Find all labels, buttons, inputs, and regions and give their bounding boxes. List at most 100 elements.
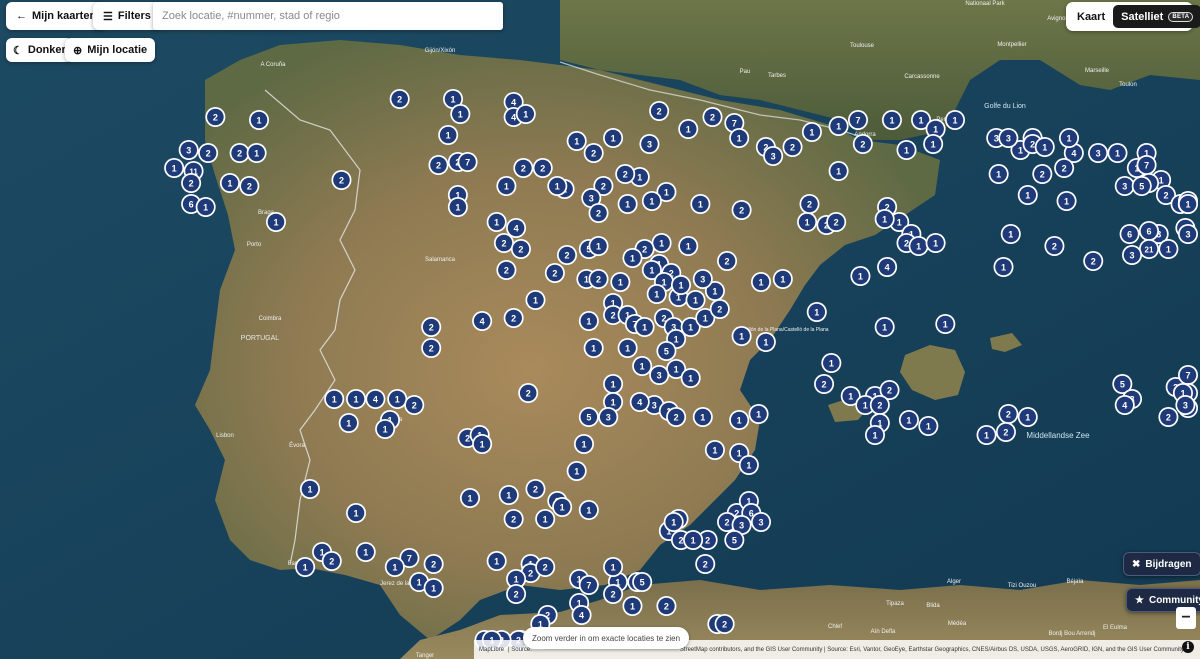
- cluster-marker[interactable]: 4: [571, 605, 592, 625]
- cluster-marker[interactable]: 2: [239, 176, 260, 196]
- cluster-marker[interactable]: 1: [881, 110, 902, 130]
- cluster-marker[interactable]: 1: [651, 233, 672, 253]
- cluster-marker[interactable]: 1: [898, 410, 919, 430]
- cluster-marker[interactable]: 1: [578, 311, 599, 331]
- cluster-marker[interactable]: 1: [925, 233, 946, 253]
- cluster-marker[interactable]: 1: [806, 302, 827, 322]
- cluster-marker[interactable]: 5: [724, 530, 745, 550]
- cluster-marker[interactable]: 1: [355, 542, 376, 562]
- cluster-marker[interactable]: 1: [573, 434, 594, 454]
- cluster-marker[interactable]: 1: [552, 497, 573, 517]
- cluster-marker[interactable]: 6: [1139, 221, 1159, 241]
- cluster-marker[interactable]: 2: [852, 134, 873, 154]
- cluster-marker[interactable]: 1: [1158, 239, 1179, 259]
- cluster-marker[interactable]: 5: [632, 572, 653, 592]
- filters-button[interactable]: ☰ Filters: [93, 2, 161, 30]
- cluster-marker[interactable]: 1: [324, 389, 345, 409]
- cluster-marker[interactable]: 1: [1178, 194, 1198, 214]
- cluster-marker[interactable]: 1: [678, 236, 699, 256]
- cluster-marker[interactable]: 1: [632, 356, 653, 376]
- cluster-marker[interactable]: 1: [828, 116, 849, 136]
- cluster-marker[interactable]: 1: [680, 368, 701, 388]
- cluster-marker[interactable]: 3: [692, 269, 713, 289]
- cluster-marker[interactable]: 2: [814, 374, 835, 394]
- cluster-marker[interactable]: 4: [1114, 395, 1135, 415]
- cluster-marker[interactable]: 2: [656, 596, 677, 616]
- cluster-marker[interactable]: 1: [850, 266, 871, 286]
- cluster-marker[interactable]: 5: [656, 341, 677, 361]
- cluster-marker[interactable]: 1: [164, 158, 185, 178]
- cluster-marker[interactable]: 2: [506, 584, 527, 604]
- cluster-marker[interactable]: 3: [649, 365, 670, 385]
- cluster-marker[interactable]: 2: [717, 251, 738, 271]
- cluster-marker[interactable]: 1: [346, 503, 367, 523]
- cluster-marker[interactable]: 1: [1034, 137, 1055, 157]
- cluster-marker[interactable]: 1: [634, 317, 655, 337]
- cluster-marker[interactable]: 2: [588, 269, 609, 289]
- maplibre-link[interactable]: MapLibre: [479, 647, 504, 653]
- cluster-marker[interactable]: 2: [666, 407, 687, 427]
- cluster-marker[interactable]: 2: [525, 479, 546, 499]
- cluster-marker[interactable]: 1: [547, 176, 568, 196]
- cluster-marker[interactable]: 2: [544, 263, 565, 283]
- cluster-marker[interactable]: 2: [649, 101, 670, 121]
- cluster-marker[interactable]: 1: [797, 212, 818, 232]
- cluster-marker[interactable]: 2: [198, 143, 219, 163]
- cluster-marker[interactable]: 1: [641, 191, 662, 211]
- cluster-marker[interactable]: 2: [428, 155, 449, 175]
- cluster-marker[interactable]: 7: [578, 575, 599, 595]
- cluster-marker[interactable]: 1: [678, 119, 699, 139]
- cluster-marker[interactable]: 1: [923, 134, 944, 154]
- cluster-marker[interactable]: 7: [1136, 155, 1157, 175]
- cluster-marker[interactable]: 1: [617, 338, 638, 358]
- dark-mode-button[interactable]: ☾ Donker: [6, 38, 73, 62]
- cluster-marker[interactable]: 1: [731, 326, 752, 346]
- cluster-marker[interactable]: 2: [532, 158, 553, 178]
- cluster-marker[interactable]: 2: [423, 554, 444, 574]
- cluster-marker[interactable]: 2: [731, 200, 752, 220]
- cluster-marker[interactable]: 1: [375, 419, 396, 439]
- cluster-marker[interactable]: 2: [205, 107, 226, 127]
- cluster-marker[interactable]: 1: [685, 290, 706, 310]
- cluster-marker[interactable]: 3: [598, 407, 619, 427]
- cluster-marker[interactable]: 2: [709, 299, 730, 319]
- cluster-marker[interactable]: 2: [1083, 251, 1104, 271]
- cluster-marker[interactable]: 1: [622, 596, 643, 616]
- cluster-marker[interactable]: 2: [588, 203, 609, 223]
- cluster-marker[interactable]: 1: [583, 338, 604, 358]
- cluster-marker[interactable]: 1: [692, 407, 713, 427]
- cluster-marker[interactable]: 2: [331, 170, 352, 190]
- cluster-marker[interactable]: 1: [384, 557, 405, 577]
- cluster-marker[interactable]: 2: [321, 551, 342, 571]
- cluster-marker[interactable]: 2: [493, 233, 514, 253]
- cluster-marker[interactable]: 2: [695, 554, 716, 574]
- cluster-marker[interactable]: 2: [535, 557, 556, 577]
- cluster-marker[interactable]: 1: [821, 353, 842, 373]
- cluster-marker[interactable]: 1: [748, 404, 769, 424]
- cluster-marker[interactable]: 1: [498, 485, 519, 505]
- cluster-marker[interactable]: 6: [1119, 224, 1140, 244]
- cluster-marker[interactable]: 1: [450, 104, 471, 124]
- cluster-marker[interactable]: 1: [603, 128, 624, 148]
- cluster-marker[interactable]: 1: [908, 236, 929, 256]
- cluster-marker[interactable]: 2: [404, 395, 425, 415]
- cluster-marker[interactable]: 1: [486, 212, 507, 232]
- cluster-marker[interactable]: 2: [714, 614, 735, 634]
- cluster-marker[interactable]: 2: [869, 395, 890, 415]
- cluster-marker[interactable]: 1: [219, 173, 240, 193]
- cluster-marker[interactable]: 1: [266, 212, 286, 232]
- cluster-marker[interactable]: 1: [1017, 185, 1038, 205]
- cluster-marker[interactable]: 1: [566, 461, 587, 481]
- cluster-marker[interactable]: 2: [799, 194, 820, 214]
- cluster-marker[interactable]: 2: [510, 239, 531, 259]
- cluster-marker[interactable]: 2: [615, 164, 636, 184]
- cluster-marker[interactable]: 1: [295, 557, 316, 577]
- cluster-marker[interactable]: 1: [535, 509, 556, 529]
- cluster-marker[interactable]: 1: [874, 317, 895, 337]
- cluster-marker[interactable]: 1: [729, 410, 750, 430]
- cluster-marker[interactable]: 1: [670, 275, 691, 295]
- cluster-marker[interactable]: 2: [518, 383, 539, 403]
- cluster-marker[interactable]: 1: [874, 209, 895, 229]
- cluster-marker[interactable]: 1: [472, 434, 493, 454]
- cluster-marker[interactable]: 1: [249, 110, 270, 130]
